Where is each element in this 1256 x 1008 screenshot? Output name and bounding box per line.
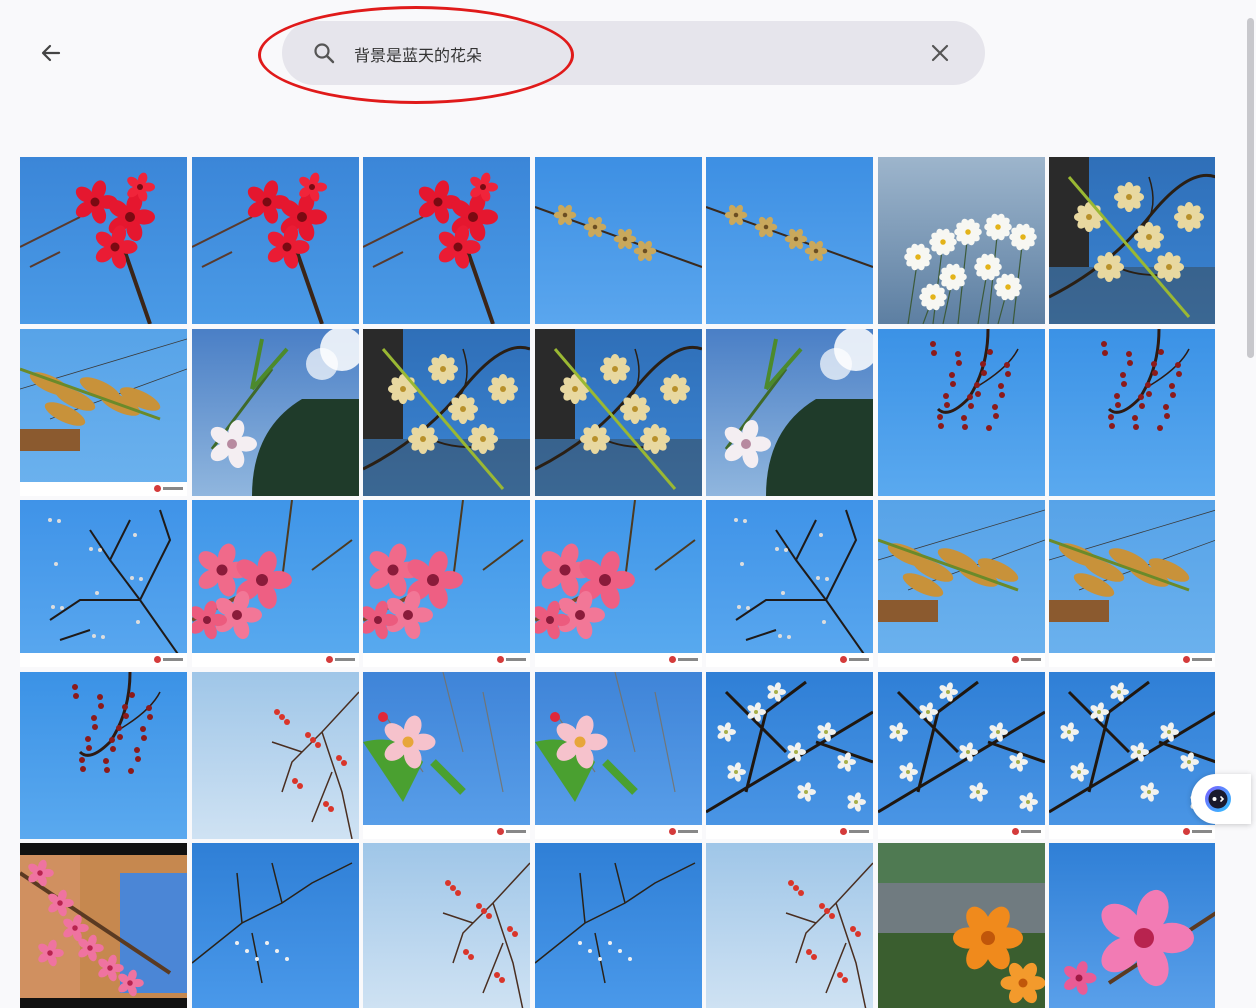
photo-result-tile[interactable]	[192, 672, 359, 839]
photo-thumbnail	[20, 672, 187, 839]
photo-result-tile[interactable]	[878, 157, 1045, 324]
photo-thumbnail	[535, 157, 702, 324]
photo-thumbnail	[192, 500, 359, 667]
photo-result-tile[interactable]	[535, 672, 702, 839]
arrow-back-icon	[41, 44, 61, 62]
photo-watermark	[1049, 825, 1215, 839]
photo-result-tile[interactable]	[535, 500, 702, 667]
photo-watermark	[363, 653, 530, 667]
photo-thumbnail	[535, 843, 702, 1008]
photo-watermark	[1049, 653, 1215, 667]
photo-thumbnail	[878, 672, 1045, 839]
photo-thumbnail	[535, 672, 702, 839]
photo-result-tile[interactable]	[878, 672, 1045, 839]
photo-result-tile[interactable]	[192, 329, 359, 496]
photo-thumbnail	[1049, 843, 1215, 1008]
assistant-icon	[1205, 786, 1231, 812]
photo-watermark	[706, 653, 873, 667]
film-strip-border	[20, 843, 187, 855]
photo-thumbnail	[192, 843, 359, 1008]
photo-watermark	[20, 482, 187, 496]
photo-result-tile[interactable]	[192, 157, 359, 324]
back-button[interactable]	[34, 36, 68, 70]
photo-thumbnail	[1049, 672, 1215, 839]
photo-result-tile[interactable]	[706, 329, 873, 496]
photo-result-tile[interactable]	[706, 157, 873, 324]
photo-thumbnail	[20, 500, 187, 667]
photo-thumbnail	[1049, 157, 1215, 324]
photo-thumbnail	[363, 500, 530, 667]
photo-thumbnail	[363, 157, 530, 324]
photo-result-tile[interactable]	[878, 843, 1045, 1008]
photo-result-tile[interactable]	[878, 329, 1045, 496]
photo-watermark	[706, 825, 873, 839]
photo-result-tile[interactable]	[20, 500, 187, 667]
photo-watermark	[878, 653, 1045, 667]
photo-result-tile[interactable]	[20, 157, 187, 324]
photo-watermark	[20, 653, 187, 667]
photo-thumbnail	[706, 500, 873, 667]
photo-result-tile[interactable]	[878, 500, 1045, 667]
photo-watermark	[535, 825, 702, 839]
photo-watermark	[363, 825, 530, 839]
photo-result-tile[interactable]	[535, 329, 702, 496]
photo-thumbnail	[706, 329, 873, 496]
photo-thumbnail	[535, 500, 702, 667]
photo-thumbnail	[192, 157, 359, 324]
search-bar[interactable]	[282, 21, 985, 85]
search-results-page	[0, 0, 1256, 1008]
photo-thumbnail	[706, 672, 873, 839]
photo-result-tile[interactable]	[706, 843, 873, 1008]
photo-result-tile[interactable]	[1049, 157, 1215, 324]
photo-result-tile[interactable]	[20, 672, 187, 839]
photo-thumbnail	[706, 157, 873, 324]
photo-result-tile[interactable]	[363, 672, 530, 839]
photo-thumbnail	[535, 329, 702, 496]
photo-result-tile[interactable]	[363, 843, 530, 1008]
photo-result-tile[interactable]	[20, 329, 187, 496]
scrollbar-thumb[interactable]	[1247, 18, 1254, 358]
photo-thumbnail	[20, 329, 187, 496]
photo-result-tile[interactable]	[1049, 329, 1215, 496]
photo-thumbnail	[192, 329, 359, 496]
photo-result-tile[interactable]	[706, 500, 873, 667]
assistant-button[interactable]	[1191, 774, 1251, 824]
photo-thumbnail	[1049, 329, 1215, 496]
photo-result-tile[interactable]	[1049, 843, 1215, 1008]
photo-thumbnail	[363, 329, 530, 496]
photo-result-tile[interactable]	[363, 500, 530, 667]
photo-thumbnail	[363, 672, 530, 839]
photo-thumbnail	[20, 843, 187, 1008]
photo-watermark	[535, 653, 702, 667]
photo-thumbnail	[878, 329, 1045, 496]
photo-thumbnail	[20, 157, 187, 324]
photo-result-tile[interactable]	[1049, 672, 1215, 839]
photo-result-tile[interactable]	[363, 329, 530, 496]
search-icon	[314, 43, 335, 64]
photo-thumbnail	[192, 672, 359, 839]
close-icon[interactable]	[928, 41, 952, 65]
photo-thumbnail	[878, 500, 1045, 667]
photo-result-tile[interactable]	[706, 672, 873, 839]
photo-thumbnail	[878, 157, 1045, 324]
photo-result-tile[interactable]	[1049, 500, 1215, 667]
photo-result-tile[interactable]	[363, 157, 530, 324]
photo-thumbnail	[1049, 500, 1215, 667]
film-strip-border	[20, 998, 187, 1008]
photo-result-tile[interactable]	[535, 157, 702, 324]
photo-result-tile[interactable]	[192, 843, 359, 1008]
photo-watermark	[192, 653, 359, 667]
photo-result-tile[interactable]	[535, 843, 702, 1008]
photo-result-tile[interactable]	[20, 843, 187, 1008]
photo-thumbnail	[706, 843, 873, 1008]
photo-grid	[20, 157, 1215, 1008]
photo-result-tile[interactable]	[192, 500, 359, 667]
photo-watermark	[878, 825, 1045, 839]
photo-thumbnail	[363, 843, 530, 1008]
search-input[interactable]	[352, 35, 916, 73]
photo-thumbnail	[878, 843, 1045, 1008]
